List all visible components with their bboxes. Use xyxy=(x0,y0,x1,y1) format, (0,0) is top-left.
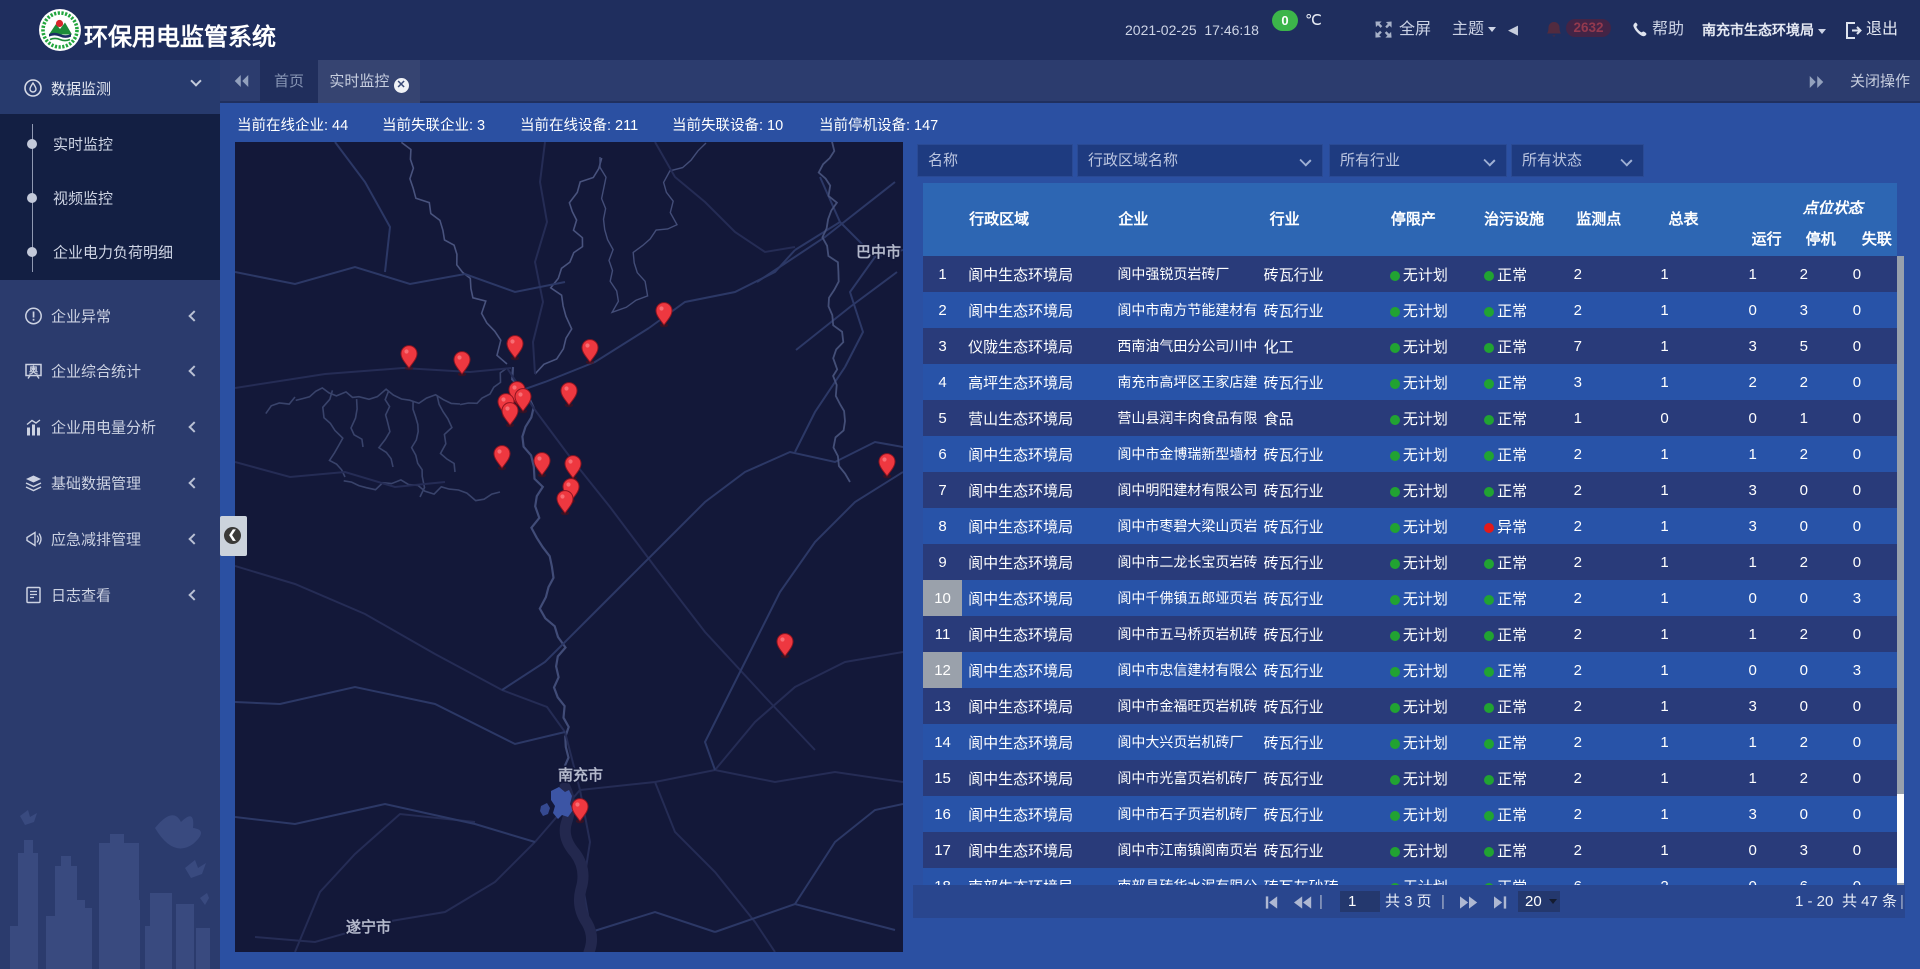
svg-text:奥: 奥 xyxy=(28,365,39,376)
svg-text:南充市: 南充市 xyxy=(558,766,603,784)
svg-text:巴中市: 巴中市 xyxy=(856,243,901,261)
svg-text:遂宁市: 遂宁市 xyxy=(346,918,391,936)
